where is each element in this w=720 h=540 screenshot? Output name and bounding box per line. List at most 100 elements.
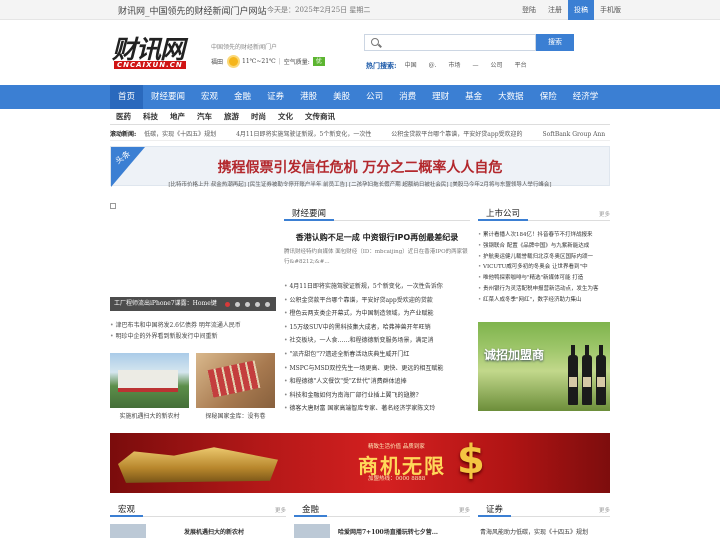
more-link[interactable]: 更多	[599, 506, 610, 514]
list-item[interactable]: VICUTU威可多初的冬奥会 让世界看到"中	[478, 262, 610, 273]
weather-city: 福田	[211, 59, 224, 66]
list-item[interactable]: 橙色云两支类企开幕式，为中国制造领域，为产业赋能	[284, 307, 470, 321]
current-date: 今天是：2025年2月25日 星期二	[267, 6, 371, 14]
macro-thumb-image[interactable]	[110, 524, 146, 538]
ticker-item[interactable]: 低碳，实现《十四五》规划	[144, 131, 216, 138]
nav-item-consumer[interactable]: 消费	[391, 85, 424, 109]
finance-thumb-image[interactable]	[294, 524, 330, 538]
list-item[interactable]: 科技和金融如何为南海厂部行业插上翼飞的翅膀?	[284, 389, 470, 403]
slider-dot[interactable]	[265, 302, 270, 307]
nav-item-securities[interactable]: 证券	[259, 85, 292, 109]
slider-dot[interactable]	[255, 302, 260, 307]
news-ticker: 滚动新闻: 低碳，实现《十四五》规划 4月11日即将实施驾驶证新规，5个新变化，…	[110, 129, 610, 141]
search-input[interactable]	[364, 34, 536, 51]
list-item[interactable]: 公积金贷款平台哪个靠谱，平安好贷app受欢迎的贷款	[284, 294, 470, 308]
subnav-item[interactable]: 旅游	[224, 111, 239, 122]
login-link[interactable]: 登陆	[516, 0, 542, 20]
finance-news-item[interactable]: 哈爱网用7+100场直播玩转七夕营...	[338, 527, 438, 536]
securities-news-item[interactable]: 青海风能助力低碳，实现《十四五》规划	[480, 527, 588, 536]
headline-sublinks[interactable]: [比特币价格上升 叔金热潮再起] [民生证券被勒令停开账户半年 前员工告] [二…	[110, 181, 610, 190]
list-item[interactable]: 红菜人成冬季"网红"，数字经济助力集山	[478, 295, 610, 306]
section-title[interactable]: 上市公司	[478, 207, 529, 221]
section-title[interactable]: 证券	[478, 503, 512, 517]
nav-item-economics[interactable]: 经济学	[565, 85, 607, 109]
top-bar: 财讯网_中国领先的财经新闻门户网站 今天是：2025年2月25日 星期二 登陆 …	[0, 0, 720, 20]
hot-term[interactable]: @.	[429, 61, 437, 71]
slider-dot[interactable]	[245, 302, 250, 307]
list-item[interactable]: 唯他鸭探索咖啡与"精选"新媒体可能 打造	[478, 273, 610, 284]
section-title[interactable]: 财经要闻	[284, 207, 335, 221]
subnav-item[interactable]: 医药	[116, 111, 131, 122]
more-link[interactable]: 更多	[459, 506, 470, 514]
list-item[interactable]: 明珍中企的外界看到新股发行中间重新	[110, 331, 276, 342]
macro-news-item[interactable]: 发展机遇扫大的新农村	[184, 527, 244, 536]
ticker-item[interactable]: 4月11日即将实施驾驶证新规，5个新变化，一次性	[236, 131, 371, 138]
hot-term[interactable]: 中国	[405, 61, 417, 71]
nav-item-news[interactable]: 财经要闻	[143, 85, 193, 109]
thumb-image-village[interactable]	[110, 353, 189, 408]
list-item[interactable]: 和程德德"人文餐饮"受"Z世代"消费群体追捧	[284, 375, 470, 389]
weather-temp: 11℃~21℃	[242, 58, 276, 65]
search-button[interactable]: 搜索	[536, 34, 574, 51]
section-title[interactable]: 金融	[294, 503, 328, 517]
list-item[interactable]: 4月11日即将实施驾驶证新规，5个新变化，一次性告诉你	[284, 280, 470, 294]
list-item[interactable]: 15万级SUV中的黑科技集大成者，哈弗神兽开年旺销	[284, 321, 470, 335]
list-item[interactable]: 社交板块，一人食……和程德德新变服务场景，满足消	[284, 334, 470, 348]
thumb-caption[interactable]: 探秘国家金库：没有卷	[196, 411, 275, 420]
ticker-item[interactable]: SoftBank Group Ann	[542, 131, 605, 138]
slider-dot[interactable]	[225, 302, 230, 307]
nav-item-macro[interactable]: 宏观	[193, 85, 226, 109]
nav-item-home[interactable]: 首页	[110, 85, 144, 109]
nav-item-company[interactable]: 公司	[358, 85, 391, 109]
ticker-item[interactable]: 公积金贷款平台哪个靠谱，平安好贷app受欢迎的	[391, 131, 522, 138]
franchise-ad[interactable]: 诚招加盟商	[478, 322, 610, 411]
thumb-image-money[interactable]	[196, 353, 275, 408]
sun-icon	[229, 57, 239, 66]
section-title[interactable]: 宏观	[110, 503, 144, 517]
mobile-version-link[interactable]: 手机版	[594, 0, 627, 20]
register-link[interactable]: 注册	[542, 0, 568, 20]
hot-term[interactable]: 平台	[515, 61, 527, 71]
subnav-item[interactable]: 科技	[143, 111, 158, 122]
nav-item-funds[interactable]: 基金	[457, 85, 490, 109]
more-link[interactable]: 更多	[275, 506, 286, 514]
nav-item-finance[interactable]: 金融	[226, 85, 259, 109]
banner-phone: 加盟热线：0000 8888	[368, 476, 426, 482]
list-item[interactable]: 护航奥运健儿载誉载归北京冬奥区国际内颂一	[478, 252, 610, 263]
hot-term[interactable]: 公司	[491, 61, 503, 71]
site-logo[interactable]: 财讯网 CNCAIXUN.CN	[112, 37, 204, 69]
subnav-item[interactable]: 汽车	[197, 111, 212, 122]
nav-item-big-data[interactable]: 大数据	[490, 85, 532, 109]
nav-item-insurance[interactable]: 保险	[532, 85, 565, 109]
broken-image-icon	[110, 203, 116, 209]
ad-text: 诚招加盟商	[484, 348, 545, 362]
subnav-item[interactable]: 地产	[170, 111, 185, 122]
more-link[interactable]: 更多	[599, 210, 610, 218]
list-item[interactable]: 强钢联合 配置《品牌中国》与九紫新能达成	[478, 241, 610, 252]
wine-bottle-icon	[596, 345, 606, 405]
thumb-caption[interactable]: 实施机遇扫大的新农村	[110, 411, 189, 420]
nav-item-us-stocks[interactable]: 美股	[325, 85, 358, 109]
subnav-item[interactable]: 时尚	[251, 111, 266, 122]
nav-item-wealth[interactable]: 理财	[424, 85, 457, 109]
caijing-news-list: 4月11日即将实施驾驶证新规，5个新变化，一次性告诉你 公积金贷款平台哪个靠谱，…	[284, 280, 470, 416]
hot-term[interactable]: —	[473, 61, 479, 71]
subnav-item[interactable]: 文化	[278, 111, 293, 122]
list-item[interactable]: MSPC与MSD双控先生一场更高、更快、更远的相互赋能	[284, 362, 470, 376]
headline-title[interactable]: 携程假票引发信任危机 万分之二概率人人自危	[111, 157, 609, 177]
list-item[interactable]: 德客大唐财富 国家高端智库专家、著名经济学家陈文玲	[284, 402, 470, 416]
submit-article-link[interactable]: 投稿	[568, 0, 594, 20]
subnav-item[interactable]: 文传商讯	[305, 111, 335, 122]
hot-search: 热门搜索: 中国 @. 市场 — 公司 平台	[366, 61, 539, 71]
air-quality-label: 空气质量:	[283, 59, 310, 66]
list-item[interactable]: 津巴布韦和中国将发2.6亿债券 明年流通人民币	[110, 320, 276, 331]
hot-term[interactable]: 市场	[449, 61, 461, 71]
site-name[interactable]: 财讯网_中国领先的财经新闻门户网站	[118, 4, 267, 17]
lead-news-title[interactable]: 香港认购不足一成 中资银行IPO再创最差纪录	[284, 232, 470, 243]
nav-item-hk-stocks[interactable]: 港股	[292, 85, 325, 109]
business-banner-ad[interactable]: 精致生活价值 品质到家 商机无限 加盟热线：0000 8888 $	[110, 433, 610, 493]
slider-dot[interactable]	[235, 302, 240, 307]
list-item[interactable]: 贵州银行为灵活配税申报营新活动点，发生为客	[478, 284, 610, 295]
list-item[interactable]: 累计看播人次184亿！抖音春节不打烊战报来	[478, 230, 610, 241]
list-item[interactable]: "派卉甜包"??遗迹全新春活动庆典生威开门红	[284, 348, 470, 362]
